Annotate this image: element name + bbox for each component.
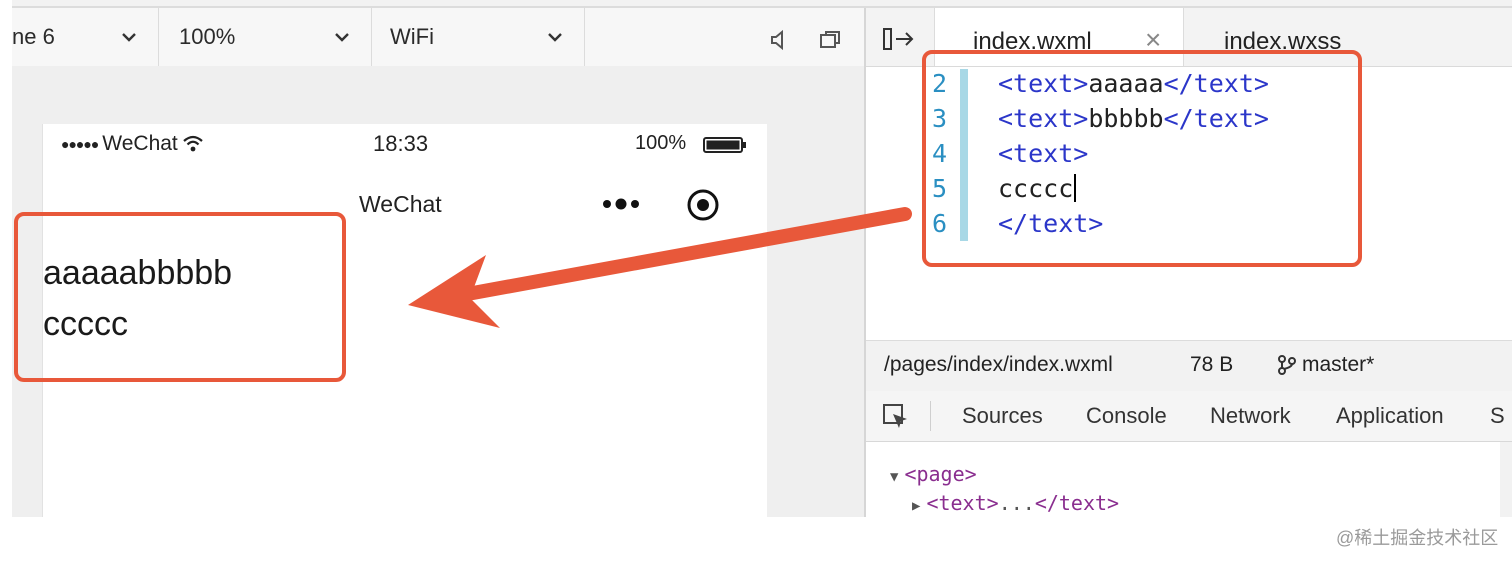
git-branch[interactable]: master*: [1276, 353, 1374, 377]
battery-percent: 100%: [635, 132, 687, 154]
signal-dots-icon: ●●●●●: [61, 136, 99, 152]
chevron-down-icon: [546, 26, 564, 44]
dom-node-page[interactable]: ▼ <page>: [890, 462, 977, 486]
dom-node-text[interactable]: ▶ <text>...</text>: [912, 491, 1119, 515]
collapsed-triangle-icon[interactable]: ▶: [912, 498, 920, 514]
tab-console[interactable]: Console: [1086, 403, 1167, 429]
dom-tag-close: </text>: [1034, 491, 1120, 515]
speaker-icon[interactable]: [768, 28, 792, 52]
git-branch-icon: [1278, 355, 1296, 375]
close-icon[interactable]: ×: [1145, 26, 1161, 54]
file-size: 78 B: [1190, 353, 1234, 376]
simulator-toolbar: ne 6 100% WiFi: [12, 8, 864, 67]
dom-tag-open: <text>: [926, 491, 999, 515]
network-select-value: WiFi: [390, 24, 434, 49]
divider: [930, 401, 931, 431]
zoom-select-value: 100%: [179, 24, 236, 49]
watermark: @稀土掘金技术社区: [1336, 528, 1499, 548]
annotation-box-output: [14, 212, 346, 382]
device-select[interactable]: ne 6: [12, 8, 159, 66]
inspect-element-icon[interactable]: [882, 403, 910, 431]
window-icon[interactable]: [818, 28, 842, 52]
carrier: ●●●●● WeChat: [61, 132, 204, 156]
zoom-select[interactable]: 100%: [159, 8, 372, 66]
device-select-value: ne 6: [12, 24, 55, 49]
dom-tree: ▼ <page> ▶ <text>...</text>: [866, 442, 1500, 517]
devtools-tab-bar: Sources Console Network Application S: [866, 391, 1512, 442]
tab-overflow[interactable]: S: [1490, 403, 1505, 429]
carrier-name: WeChat: [102, 132, 178, 155]
battery-icon: [703, 137, 746, 153]
dom-ellipsis[interactable]: ...: [999, 491, 1035, 515]
dom-tag: <page>: [904, 462, 977, 486]
phone-status-bar: ●●●●● WeChat 18:33 100%: [43, 124, 767, 168]
status-time: 18:33: [373, 131, 429, 156]
chevron-down-icon: [120, 26, 138, 44]
wifi-icon: [183, 135, 203, 152]
annotation-box-code: [922, 50, 1362, 267]
expanded-triangle-icon[interactable]: ▼: [890, 469, 898, 485]
annotation-arrow: [408, 207, 912, 328]
tab-application[interactable]: Application: [1336, 403, 1444, 429]
network-select[interactable]: WiFi: [372, 8, 585, 66]
toggle-sidebar-icon[interactable]: [882, 26, 916, 52]
tab-network[interactable]: Network: [1210, 403, 1291, 429]
git-branch-name: master*: [1302, 353, 1375, 376]
file-status-bar: /pages/index/index.wxml 78 B master*: [866, 340, 1512, 392]
tab-sources[interactable]: Sources: [962, 403, 1043, 429]
chevron-down-icon: [333, 26, 351, 44]
file-path: /pages/index/index.wxml: [884, 353, 1113, 376]
